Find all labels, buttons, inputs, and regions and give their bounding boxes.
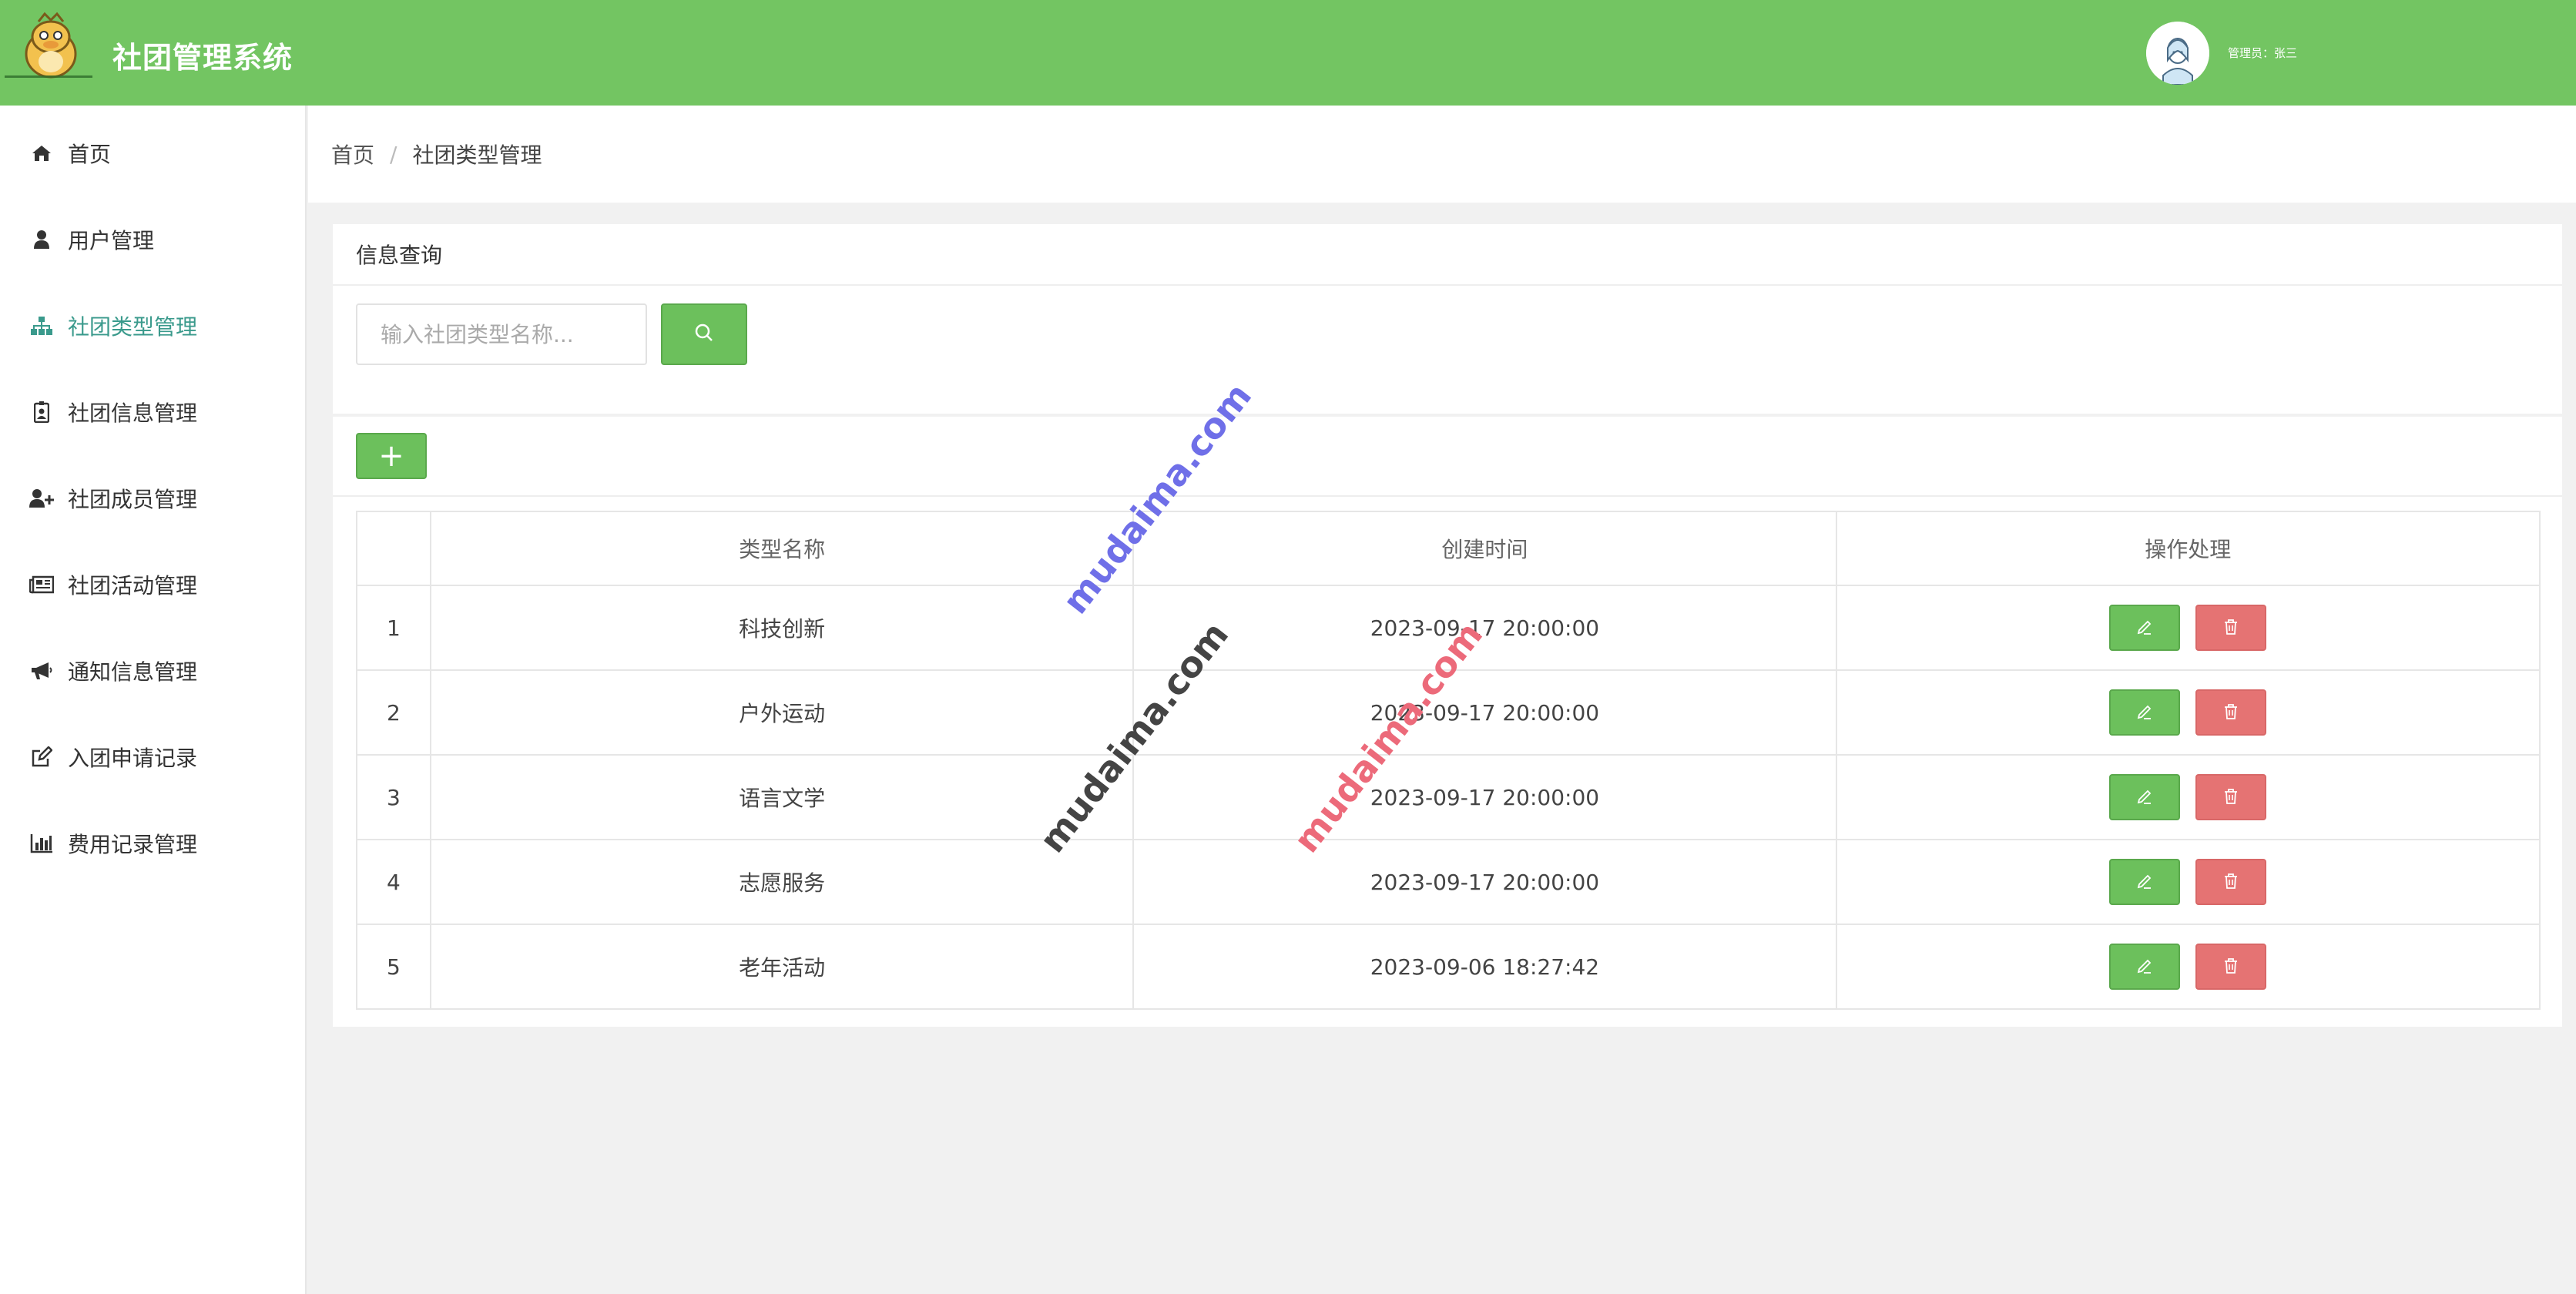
row-type-name: 科技创新 xyxy=(429,585,1135,671)
edit-button[interactable] xyxy=(2109,605,2181,651)
row-type-name: 志愿服务 xyxy=(429,839,1135,925)
user-plus-icon xyxy=(28,484,55,512)
trash-icon xyxy=(2222,615,2239,641)
sidebar-item-label: 通知信息管理 xyxy=(68,659,198,685)
table-header-row: 类型名称 创建时间 操作处理 xyxy=(356,511,2541,586)
logo-underline xyxy=(5,75,92,78)
top-header: 社团管理系统 管理员：张三 xyxy=(0,0,2576,106)
row-index: 2 xyxy=(356,669,431,756)
row-created-time: 2023-09-17 20:00:00 xyxy=(1132,754,1837,840)
sidebar-item-home[interactable]: 首页 xyxy=(0,115,307,192)
row-index: 5 xyxy=(356,924,431,1010)
pencil-icon xyxy=(2136,870,2153,895)
row-index: 4 xyxy=(356,839,431,925)
column-header-type-name: 类型名称 xyxy=(429,511,1135,586)
breadcrumb-home-link[interactable]: 首页 xyxy=(331,139,374,169)
row-index: 1 xyxy=(356,585,431,671)
sidebar-item-users[interactable]: 用户管理 xyxy=(0,201,307,278)
delete-button[interactable] xyxy=(2195,605,2267,651)
breadcrumb-separator: / xyxy=(390,141,397,167)
sidebar-item-club-types[interactable]: 社团类型管理 xyxy=(0,287,307,364)
sidebar-item-label: 社团成员管理 xyxy=(68,487,198,512)
admin-label: 管理员：张三 xyxy=(2228,46,2298,60)
app-title: 社团管理系统 xyxy=(112,41,293,75)
panel-title: 信息查询 xyxy=(333,224,2562,286)
table-row: 5 老年活动 2023-09-06 18:27:42 xyxy=(356,924,2541,1010)
trash-icon xyxy=(2222,700,2239,726)
column-header-created-time: 创建时间 xyxy=(1132,511,1837,586)
pencil-icon xyxy=(2136,615,2153,641)
search-icon xyxy=(694,323,714,346)
row-type-name: 户外运动 xyxy=(429,669,1135,756)
sidebar: 首页 用户管理 社团类型管理 社团信息管理 社团成员管理 社团活动管理 通知信息… xyxy=(0,106,307,1294)
trash-icon xyxy=(2222,954,2239,980)
table-row: 1 科技创新 2023-09-17 20:00:00 xyxy=(356,585,2541,671)
row-created-time: 2023-09-06 18:27:42 xyxy=(1132,924,1837,1010)
main-panel: 信息查询 + 类型名称 创建时间 操作处理 1 科技创新 2023-09-17 … xyxy=(333,224,2562,1027)
sidebar-item-label: 社团信息管理 xyxy=(68,401,198,426)
sidebar-item-club-members[interactable]: 社团成员管理 xyxy=(0,460,307,537)
avatar[interactable] xyxy=(2146,22,2209,85)
edit-button[interactable] xyxy=(2109,774,2181,820)
edit-button[interactable] xyxy=(2109,859,2181,905)
edit-button[interactable] xyxy=(2109,689,2181,736)
sidebar-item-label: 社团活动管理 xyxy=(68,573,198,598)
trash-icon xyxy=(2222,785,2239,810)
newspaper-icon xyxy=(28,571,55,598)
bar-chart-icon xyxy=(28,830,55,857)
pencil-icon xyxy=(2136,785,2153,810)
trash-icon xyxy=(2222,870,2239,895)
row-type-name: 语言文学 xyxy=(429,754,1135,840)
row-created-time: 2023-09-17 20:00:00 xyxy=(1132,839,1837,925)
row-actions xyxy=(1835,754,2541,840)
sidebar-item-label: 首页 xyxy=(68,142,112,167)
sidebar-item-label: 入团申请记录 xyxy=(68,746,198,771)
table-row: 3 语言文学 2023-09-17 20:00:00 xyxy=(356,754,2541,840)
plus-icon: + xyxy=(378,438,404,474)
search-button[interactable] xyxy=(661,303,747,365)
sidebar-item-fees[interactable]: 费用记录管理 xyxy=(0,805,307,882)
row-type-name: 老年活动 xyxy=(429,924,1135,1010)
section-divider xyxy=(333,414,2562,417)
id-badge-icon xyxy=(28,398,55,426)
bullhorn-icon xyxy=(28,657,55,685)
pencil-icon xyxy=(2136,700,2153,726)
column-header-actions: 操作处理 xyxy=(1835,511,2541,586)
sidebar-item-label: 费用记录管理 xyxy=(68,832,198,857)
delete-button[interactable] xyxy=(2195,859,2267,905)
sidebar-item-notices[interactable]: 通知信息管理 xyxy=(0,632,307,709)
sitemap-icon xyxy=(28,312,55,340)
search-input[interactable] xyxy=(356,303,647,365)
sidebar-item-label: 社团类型管理 xyxy=(68,314,198,340)
table-row: 4 志愿服务 2023-09-17 20:00:00 xyxy=(356,839,2541,925)
column-header-index xyxy=(356,511,431,586)
row-actions xyxy=(1835,924,2541,1010)
pencil-icon xyxy=(2136,954,2153,980)
delete-button[interactable] xyxy=(2195,689,2267,736)
toolbar-divider xyxy=(333,495,2562,497)
logo xyxy=(8,8,94,85)
row-created-time: 2023-09-17 20:00:00 xyxy=(1132,585,1837,671)
edit-button[interactable] xyxy=(2109,944,2181,990)
sidebar-item-join-requests[interactable]: 入团申请记录 xyxy=(0,719,307,796)
delete-button[interactable] xyxy=(2195,944,2267,990)
row-created-time: 2023-09-17 20:00:00 xyxy=(1132,669,1837,756)
user-icon xyxy=(28,226,55,253)
sidebar-item-label: 用户管理 xyxy=(68,228,155,253)
row-actions xyxy=(1835,669,2541,756)
table-row: 2 户外运动 2023-09-17 20:00:00 xyxy=(356,669,2541,756)
add-button[interactable]: + xyxy=(356,433,427,479)
sidebar-item-club-activities[interactable]: 社团活动管理 xyxy=(0,546,307,623)
row-index: 3 xyxy=(356,754,431,840)
sidebar-item-club-info[interactable]: 社团信息管理 xyxy=(0,374,307,451)
delete-button[interactable] xyxy=(2195,774,2267,820)
breadcrumb-current: 社团类型管理 xyxy=(412,142,542,168)
row-actions xyxy=(1835,585,2541,671)
breadcrumb: 首页 / 社团类型管理 xyxy=(308,106,2576,203)
row-actions xyxy=(1835,839,2541,925)
home-icon xyxy=(28,139,55,167)
edit-icon xyxy=(28,743,55,771)
club-types-table: 类型名称 创建时间 操作处理 1 科技创新 2023-09-17 20:00:0… xyxy=(356,511,2541,1010)
